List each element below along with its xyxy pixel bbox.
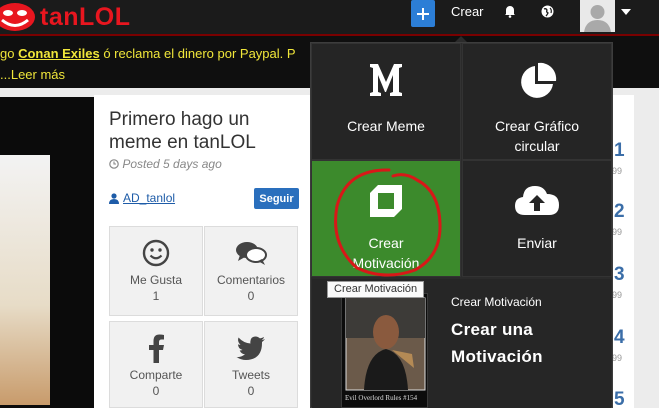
bell-icon: [505, 6, 515, 18]
ticker-text: ó reclama el dinero por Paypal. P: [99, 46, 296, 61]
twitter-icon: [236, 336, 265, 360]
motivation-thumbnail-image: [345, 297, 426, 391]
follow-button[interactable]: Seguir: [254, 188, 299, 209]
ranking-number[interactable]: 1: [614, 140, 625, 162]
stat-value: 0: [247, 289, 255, 303]
logo-text: tanLOL: [40, 2, 131, 31]
post-timestamp-text: Posted 5 days ago: [122, 157, 222, 171]
ranking-sub: 99: [612, 166, 623, 176]
create-pie-chart-item[interactable]: Crear Gráfico circular: [462, 43, 612, 160]
tooltip: Crear Motivación: [327, 281, 425, 298]
ranking-number[interactable]: 3: [614, 264, 625, 286]
facebook-icon: [149, 334, 164, 363]
tile-label: Crear Motivación: [352, 235, 420, 271]
tile-label: Crear Gráfico circular: [494, 118, 580, 154]
ranking-number[interactable]: 4: [614, 327, 625, 349]
thumbnail-caption: Evil Overlord Rules #154: [345, 394, 418, 402]
read-more-link[interactable]: ...Leer más: [0, 65, 65, 84]
meme-image-content: [0, 155, 50, 405]
ranking-number[interactable]: 5: [614, 389, 625, 408]
create-menu-toggle[interactable]: Crear: [451, 4, 484, 19]
cloud-upload-icon: [515, 186, 559, 215]
stat-label: Me Gusta: [129, 273, 183, 287]
caret-down-icon[interactable]: [621, 9, 631, 15]
clock-icon: [109, 159, 119, 169]
troll-face-icon: [0, 3, 35, 31]
site-logo[interactable]: tanLOL: [0, 0, 131, 34]
post-timestamp: Posted 5 days ago: [109, 157, 222, 171]
tile-label: Crear Meme: [347, 118, 425, 134]
motivation-frame-icon: [370, 185, 402, 217]
meme-image[interactable]: [0, 97, 94, 408]
submit-item[interactable]: Enviar: [462, 160, 612, 277]
post-title[interactable]: Primero hago un meme en tanLOL: [109, 108, 299, 154]
comments-icon: [236, 242, 267, 265]
add-button[interactable]: [411, 0, 435, 27]
globe-icon: [541, 5, 554, 18]
top-navbar: tanLOL Crear: [0, 0, 659, 36]
shares-stat[interactable]: Comparte 0: [109, 321, 203, 408]
ranking-sub: 99: [612, 353, 623, 363]
tweets-stat[interactable]: Tweets 0: [204, 321, 298, 408]
smile-icon: [142, 239, 170, 267]
create-motivation-item[interactable]: Crear Motivación: [311, 160, 461, 277]
likes-stat[interactable]: Me Gusta 1: [109, 226, 203, 316]
ticker-text: go: [0, 46, 19, 61]
ranking-sub: 99: [612, 290, 623, 300]
ranking-number[interactable]: 2: [614, 201, 625, 223]
stat-value: 0: [247, 384, 255, 398]
preview-subtitle: Crear Motivación: [451, 295, 542, 309]
user-icon: [109, 192, 119, 204]
default-avatar-icon: [580, 0, 615, 32]
stat-value: 1: [152, 289, 160, 303]
post-author-link[interactable]: AD_tanlol: [109, 191, 175, 205]
tile-label: Enviar: [517, 235, 557, 251]
stat-label: Comparte: [129, 368, 183, 382]
ticker-game-link[interactable]: Conan Exiles: [18, 46, 100, 61]
notifications-button[interactable]: [503, 4, 517, 23]
create-meme-item[interactable]: Crear Meme: [311, 43, 461, 160]
stat-label: Tweets: [231, 368, 270, 382]
language-button[interactable]: [541, 5, 554, 23]
ticker-line-1: go Conan Exiles ó reclama el dinero por …: [0, 44, 296, 63]
stat-value: 0: [152, 384, 160, 398]
plus-icon: [417, 7, 429, 20]
stat-label: Comentarios: [216, 273, 286, 287]
pie-chart-icon: [521, 62, 557, 98]
meme-m-icon: [370, 64, 402, 96]
post-author-name: AD_tanlol: [123, 191, 176, 205]
ranking-sub: 99: [612, 227, 623, 237]
comments-stat[interactable]: Comentarios 0: [204, 226, 298, 316]
motivation-thumbnail: Evil Overlord Rules #154: [341, 293, 428, 408]
user-avatar[interactable]: [580, 0, 615, 32]
preview-title: Crear una Motivación: [451, 320, 543, 366]
